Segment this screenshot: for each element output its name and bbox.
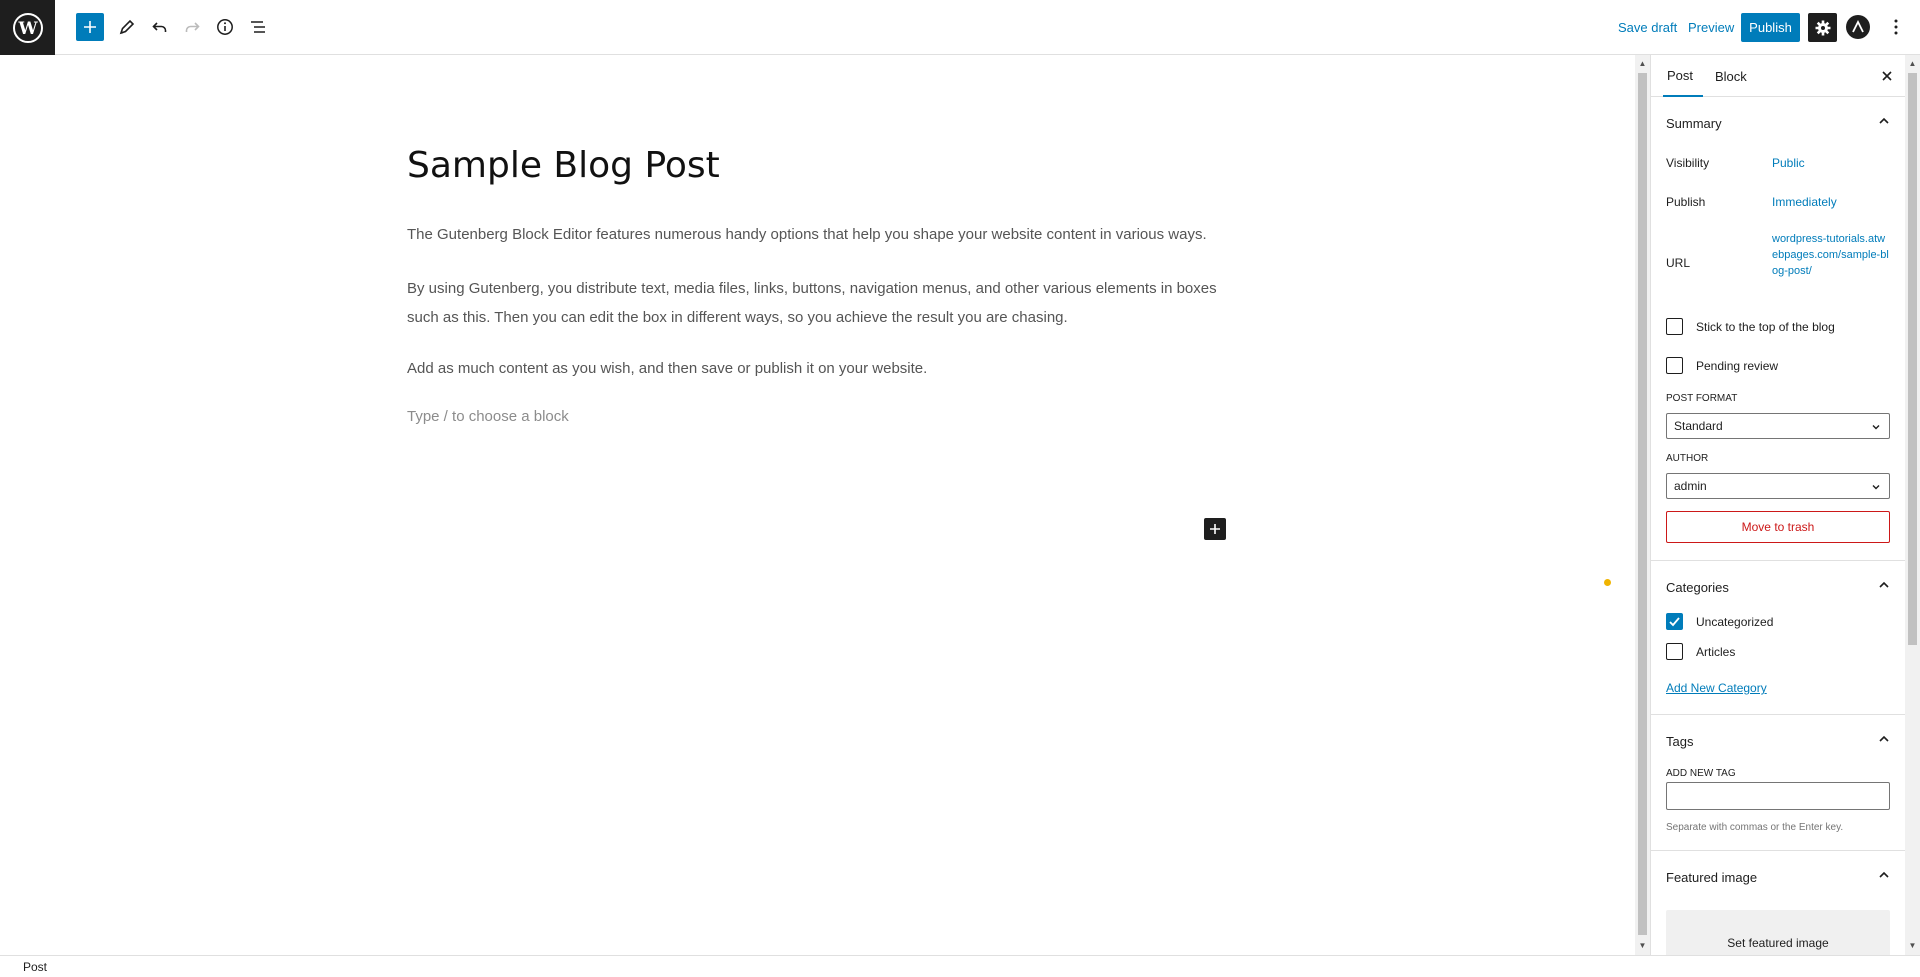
tags-heading: Tags (1666, 733, 1694, 749)
astra-logo-icon (1852, 20, 1864, 33)
visibility-label: Visibility (1666, 156, 1710, 170)
chevron-up-icon (1879, 581, 1889, 588)
scroll-up-icon[interactable]: ▲ (1908, 59, 1917, 68)
post-title[interactable]: Sample Blog Post (407, 145, 720, 186)
scrollbar-thumb[interactable] (1908, 73, 1917, 645)
tags-panel-toggle[interactable]: Tags (1651, 715, 1905, 767)
chevron-up-icon (1879, 117, 1889, 124)
save-draft-button[interactable]: Save draft (1618, 0, 1677, 55)
publish-value[interactable]: Immediately (1772, 194, 1837, 210)
tab-post[interactable]: Post (1663, 55, 1703, 97)
post-format-label: POST FORMAT (1666, 393, 1738, 404)
pending-review-checkbox[interactable] (1666, 357, 1683, 374)
tab-block[interactable]: Block (1715, 55, 1755, 97)
undo-button[interactable] (146, 13, 174, 41)
summary-heading: Summary (1666, 115, 1722, 131)
visibility-value[interactable]: Public (1772, 155, 1805, 171)
publish-button[interactable]: Publish (1741, 13, 1800, 42)
list-view-icon (251, 21, 265, 33)
tools-button[interactable] (113, 13, 141, 41)
categories-panel-toggle[interactable]: Categories (1651, 561, 1905, 613)
info-icon (217, 19, 233, 35)
chevron-up-icon (1879, 735, 1889, 742)
canvas-scrollbar[interactable]: ▲ ▼ (1635, 55, 1650, 955)
checkmark-icon (1669, 617, 1680, 627)
scrollbar-thumb[interactable] (1638, 73, 1647, 935)
redo-icon (185, 22, 200, 32)
editor-header: W Save draft Preview Publish (0, 0, 1920, 55)
paragraph-block[interactable]: Add as much content as you wish, and the… (407, 354, 1237, 383)
set-featured-image-button[interactable]: Set featured image (1666, 910, 1890, 955)
options-menu-button[interactable] (1884, 15, 1908, 39)
wordpress-logo-icon: W (12, 12, 43, 43)
scroll-down-icon[interactable]: ▼ (1908, 941, 1917, 950)
status-indicator-dot (1604, 579, 1611, 586)
close-sidebar-button[interactable] (1877, 66, 1897, 86)
plus-icon (1210, 524, 1220, 534)
category-uncategorized-checkbox[interactable] (1666, 613, 1683, 630)
plugin-button[interactable] (1846, 15, 1870, 39)
close-icon (1882, 71, 1892, 81)
breadcrumb-item-post[interactable]: Post (23, 960, 47, 974)
redo-button[interactable] (178, 13, 206, 41)
block-placeholder[interactable]: Type / to choose a block (407, 408, 569, 425)
add-new-category-link[interactable]: Add New Category (1666, 681, 1767, 695)
move-to-trash-button[interactable]: Move to trash (1666, 511, 1890, 543)
editor-canvas: Sample Blog Post The Gutenberg Block Edi… (0, 55, 1635, 955)
featured-image-heading: Featured image (1666, 869, 1758, 885)
post-format-select[interactable]: Standard (1666, 413, 1890, 439)
save-draft-label: Save draft (1618, 20, 1678, 35)
block-inserter-button[interactable] (76, 13, 104, 41)
undo-icon (152, 22, 167, 32)
settings-sidebar: Post Block Summary Visibility Public Pub… (1650, 55, 1905, 955)
chevron-up-icon (1879, 871, 1889, 878)
tags-help-text: Separate with commas or the Enter key. (1666, 822, 1844, 833)
settings-button[interactable] (1808, 13, 1837, 42)
pencil-icon (119, 19, 135, 35)
paragraph-block[interactable]: By using Gutenberg, you distribute text,… (407, 274, 1237, 332)
wordpress-logo-button[interactable]: W (0, 0, 55, 55)
scroll-down-icon[interactable]: ▼ (1638, 941, 1647, 950)
more-vertical-icon (1894, 19, 1898, 35)
url-label: URL (1666, 256, 1691, 270)
inline-block-inserter-button[interactable] (1204, 518, 1226, 540)
preview-label: Preview (1688, 20, 1735, 35)
set-featured-image-label: Set featured image (1727, 936, 1829, 950)
author-label: AUTHOR (1666, 453, 1709, 464)
publish-label: Publish (1666, 195, 1706, 209)
sidebar-tabs: Post Block (1651, 55, 1905, 97)
post-format-value: Standard (1674, 419, 1723, 433)
category-articles-label: Articles (1696, 645, 1736, 659)
list-view-button[interactable] (244, 13, 272, 41)
details-button[interactable] (211, 13, 239, 41)
pending-review-label: Pending review (1696, 359, 1779, 373)
categories-heading: Categories (1666, 579, 1729, 595)
sidebar-scrollbar[interactable]: ▲ ▼ (1905, 55, 1920, 955)
url-value[interactable]: wordpress-tutorials.atwebpages.com/sampl… (1772, 231, 1890, 279)
featured-image-panel-toggle[interactable]: Featured image (1651, 851, 1905, 903)
block-breadcrumb: Post (0, 955, 1920, 977)
chevron-down-icon (1872, 485, 1880, 490)
add-new-tag-label: ADD NEW TAG (1666, 768, 1736, 779)
chevron-down-icon (1872, 425, 1880, 430)
sticky-label: Stick to the top of the blog (1696, 320, 1835, 334)
category-articles-checkbox[interactable] (1666, 643, 1683, 660)
paragraph-block[interactable]: The Gutenberg Block Editor features nume… (407, 220, 1237, 249)
preview-button[interactable]: Preview (1688, 0, 1734, 55)
author-select[interactable]: admin (1666, 473, 1890, 499)
svg-text:W: W (17, 19, 38, 39)
plus-icon (84, 21, 96, 33)
scroll-up-icon[interactable]: ▲ (1638, 59, 1647, 68)
tag-input[interactable] (1666, 782, 1890, 810)
sticky-checkbox[interactable] (1666, 318, 1683, 335)
author-value: admin (1674, 479, 1707, 493)
summary-panel-toggle[interactable]: Summary (1651, 97, 1905, 149)
category-uncategorized-label: Uncategorized (1696, 615, 1774, 629)
gear-icon (1815, 20, 1830, 35)
